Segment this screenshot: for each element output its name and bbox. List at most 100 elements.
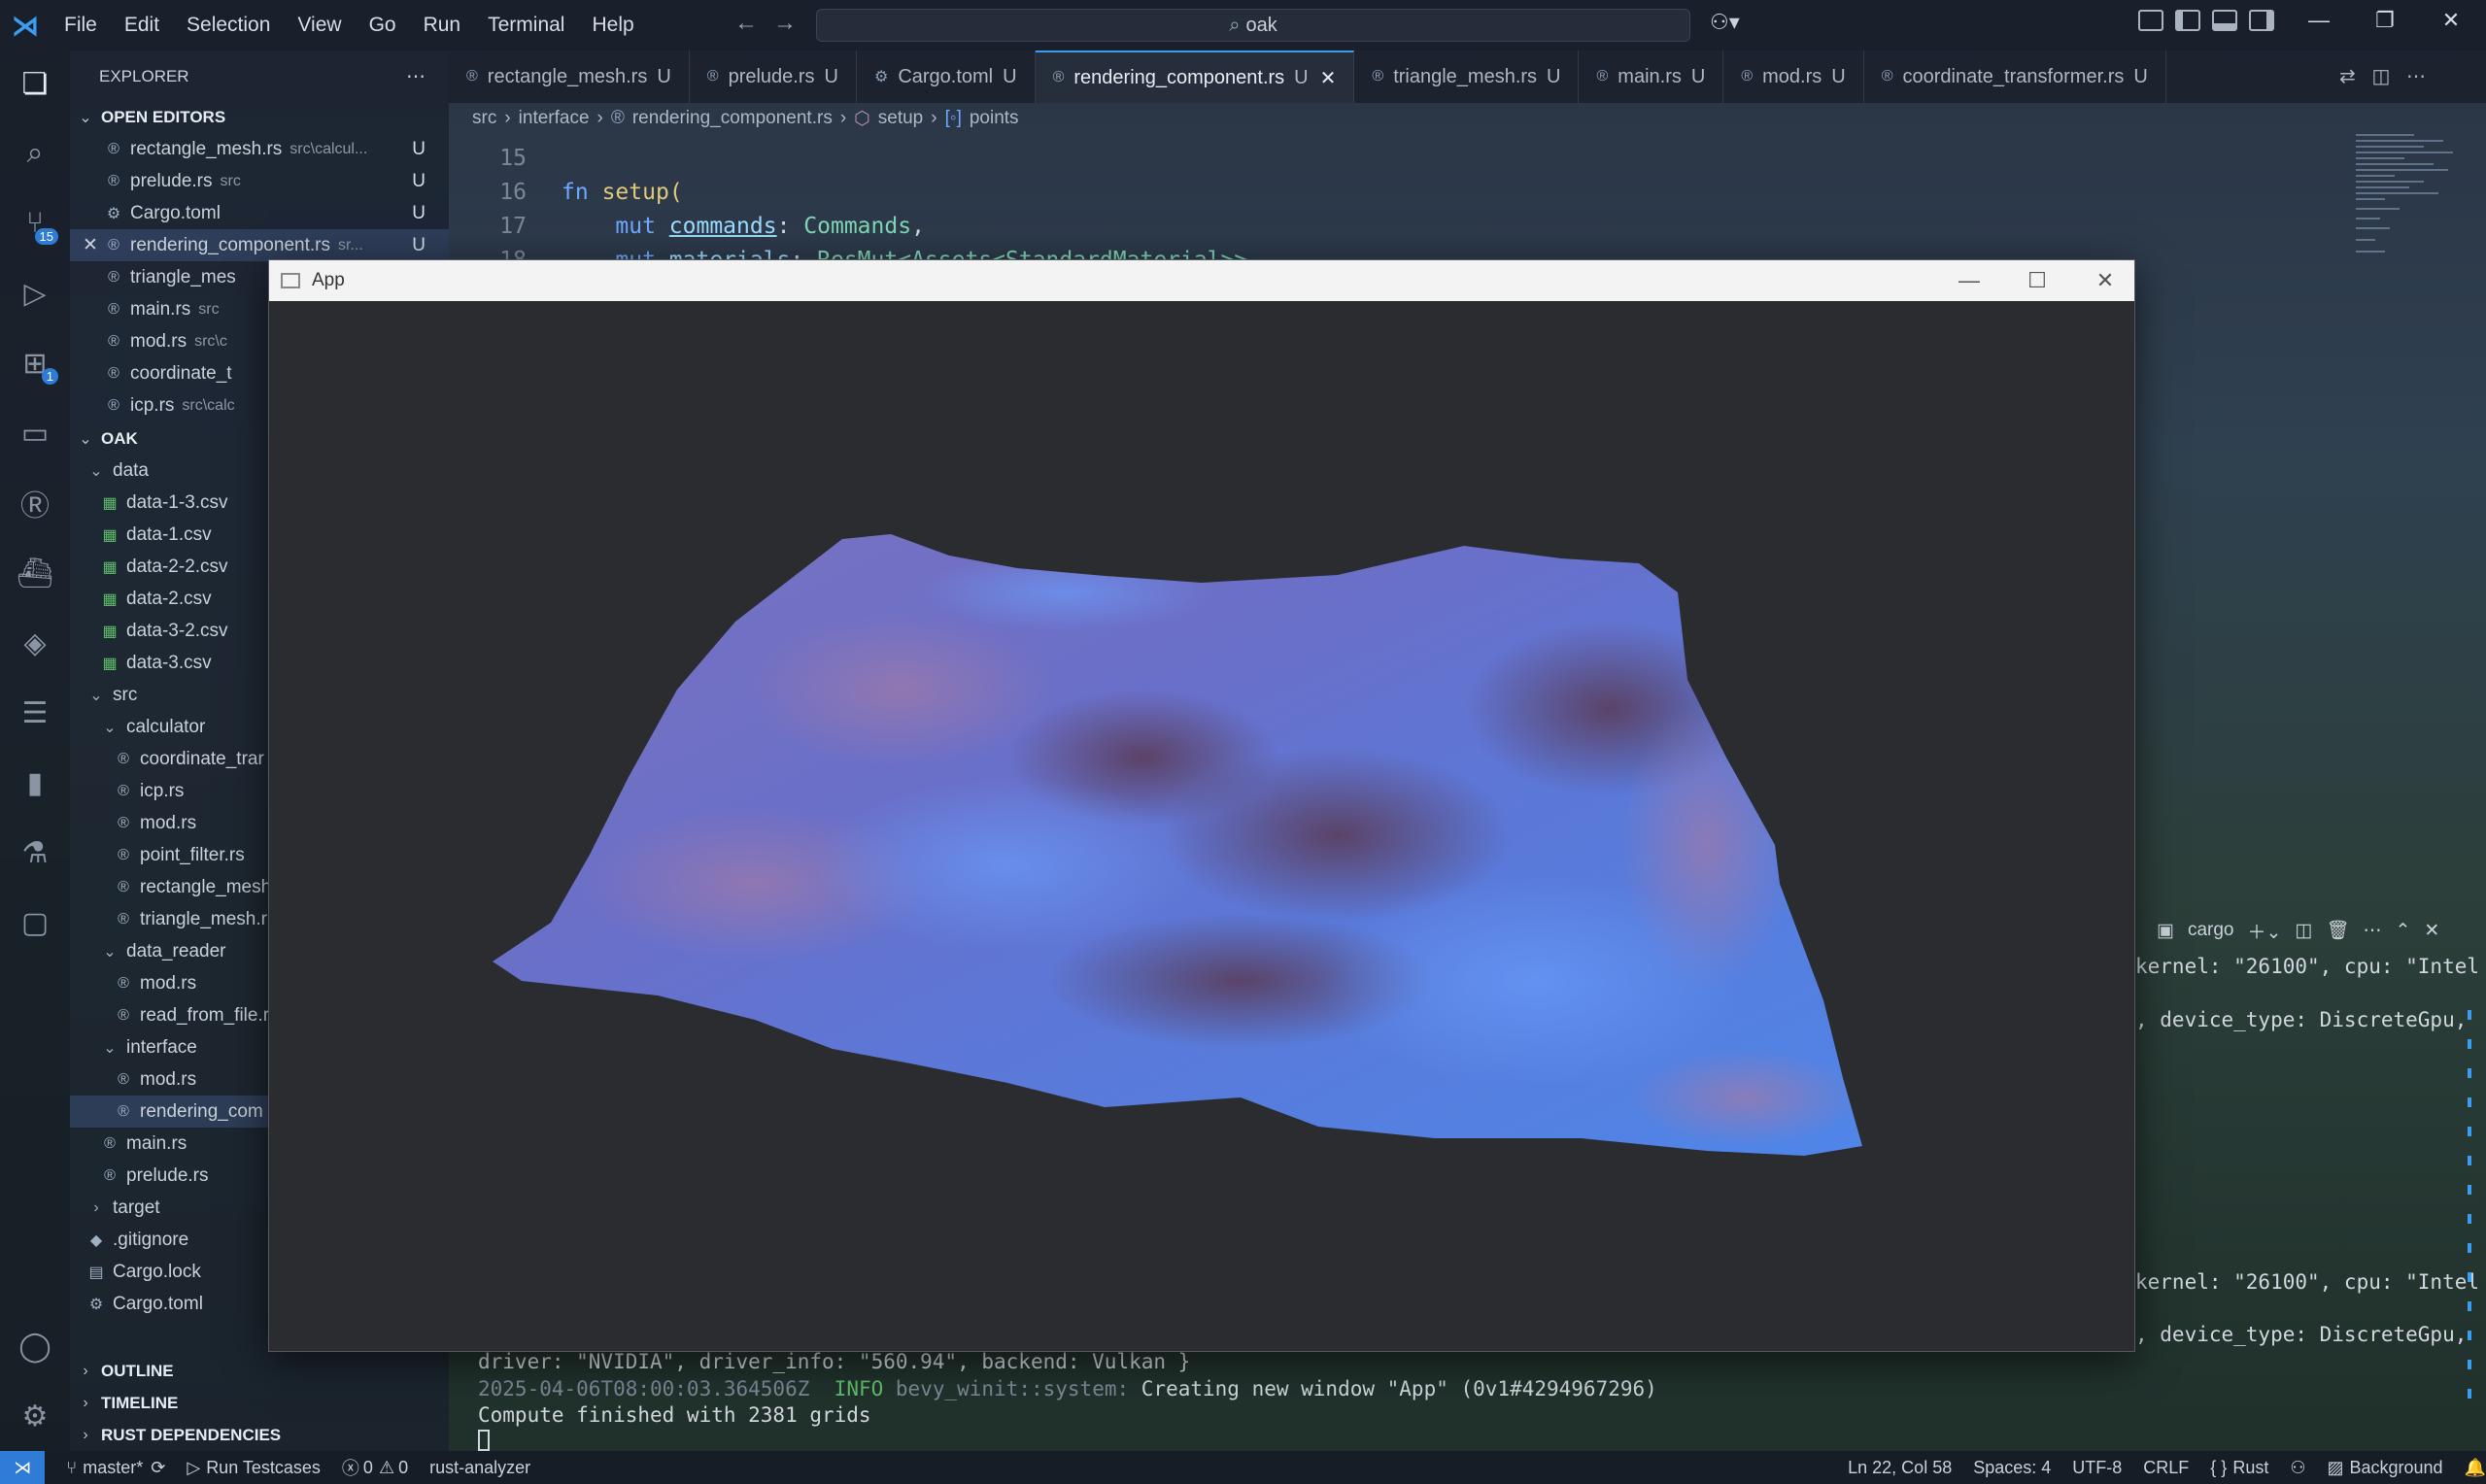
comments-icon[interactable]: ▢ [16,903,54,942]
breadcrumb-setup[interactable]: setup [878,108,923,129]
end-of-line[interactable]: CRLF [2143,1458,2189,1478]
app-minimize-icon[interactable]: — [1940,264,1998,297]
trash-icon[interactable]: 🗑 [2326,919,2349,942]
timeline-section[interactable]: › TIMELINE [70,1387,449,1419]
breadcrumb-src[interactable]: src [472,108,496,129]
close-icon[interactable]: ✕ [2427,8,2475,33]
menu-edit[interactable]: Edit [111,14,173,37]
remote-icon[interactable]: ⋊ [0,1451,46,1484]
tab-prelude-rs[interactable]: ® prelude.rs U [690,51,857,103]
breadcrumb-points[interactable]: points [970,108,1019,129]
split-terminal-icon[interactable]: ◫ [2295,920,2312,942]
compare-icon[interactable]: ⇄ [2339,66,2356,87]
rust-file-icon: ® [108,396,119,414]
terminal-cursor[interactable] [478,1430,490,1451]
background-status[interactable]: Background [2350,1458,2443,1478]
chart-icon[interactable]: ▮ [16,763,54,802]
tab-label: main.rs [1618,65,1682,87]
toggle-sidebar-icon[interactable] [2175,10,2200,31]
customize-layout-icon[interactable] [2138,10,2163,31]
menu-view[interactable]: View [284,14,355,37]
render-canvas[interactable] [269,301,2134,1352]
more-actions-icon[interactable]: ⋯ [2363,920,2381,942]
app-window[interactable]: App — ☐ ✕ [268,259,2135,1352]
menu-selection[interactable]: Selection [173,14,284,37]
terminal-scrollbar[interactable] [2468,1010,2471,1418]
code-line-18[interactable]: mut materials: ResMut<Assets<StandardMat… [562,248,1261,259]
rust-file-icon: ® [118,1006,129,1024]
back-arrow-icon[interactable]: ← [734,10,758,37]
tab-Cargo-toml[interactable]: ⚙ Cargo.toml U [857,51,1036,103]
minimap[interactable] [2356,130,2463,266]
encoding[interactable]: UTF-8 [2072,1458,2122,1478]
open-editor-item[interactable]: ⚙ Cargo.toml U [70,197,449,229]
tab-mod-rs[interactable]: ® mod.rs U [1723,51,1864,103]
new-terminal-icon[interactable]: ＋⌄ [2247,918,2281,944]
command-center-search[interactable]: ⌕ oak [816,9,1690,42]
cursor-position[interactable]: Ln 22, Col 58 [1848,1458,1952,1478]
toggle-panel-icon[interactable] [2212,10,2237,31]
list-icon[interactable]: ☰ [16,693,54,732]
run-testcases[interactable]: Run Testcases [206,1458,321,1478]
open-editor-item[interactable]: ® prelude.rs src U [70,165,449,197]
menu-go[interactable]: Go [356,14,410,37]
search-icon[interactable]: ⌕ [16,134,54,173]
open-editors-header[interactable]: ⌄ OPEN EDITORS [70,101,449,133]
breadcrumb-file[interactable]: rendering_component.rs [632,108,833,129]
outline-section[interactable]: › OUTLINE [70,1355,449,1387]
copilot-icon[interactable]: ⚇ [2290,1458,2305,1478]
rust-file-icon: ® [108,364,119,382]
tab-triangle-mesh-rs[interactable]: ® triangle_mesh.rs U [1354,51,1580,103]
menu-terminal[interactable]: Terminal [474,14,578,37]
rust-analyzer-status[interactable]: rust-analyzer [429,1458,530,1478]
warning-count[interactable]: 0 [398,1458,408,1478]
tab-main-rs[interactable]: ® main.rs U [1579,51,1724,103]
app-title-bar[interactable]: App — ☐ ✕ [269,260,2134,301]
rust-dependencies-section[interactable]: › RUST DEPENDENCIES [70,1419,449,1451]
git-graph-icon[interactable]: ◈ [16,624,54,662]
bell-icon[interactable]: 🔔 [2465,1458,2486,1478]
extensions-icon[interactable]: ⊞ 1 [16,344,58,385]
close-icon[interactable]: ✕ [76,234,105,256]
open-editor-item[interactable]: ✕ ® rendering_component.rs sr... U [70,229,449,261]
restore-icon[interactable]: ❐ [2361,8,2409,33]
tab-rectangle-mesh-rs[interactable]: ® rectangle_mesh.rs U [449,51,690,103]
language-mode[interactable]: Rust [2232,1458,2268,1478]
sync-icon[interactable]: ⟳ [151,1458,165,1478]
r-icon[interactable]: Ⓡ [16,484,54,523]
accounts-icon[interactable]: ◯ [16,1327,54,1366]
chevron-right-icon: › [504,108,511,128]
more-actions-icon[interactable]: ⋯ [406,64,426,88]
error-count[interactable]: 0 [363,1458,373,1478]
close-icon[interactable]: ✕ [1320,66,1337,90]
split-editor-icon[interactable]: ◫ [2371,66,2390,87]
tab-coordinate-transformer-rs[interactable]: ® coordinate_transformer.rs U [1864,51,2166,103]
explorer-icon[interactable]: ❏ [16,64,54,103]
run-debug-icon[interactable]: ▷ [16,274,54,313]
minimize-icon[interactable]: — [2295,8,2343,33]
gear-icon[interactable]: ⚙ [16,1397,54,1435]
menu-file[interactable]: File [51,14,111,37]
close-panel-icon[interactable]: ✕ [2424,920,2439,942]
copilot-icon[interactable]: ⚇▾ [1710,10,1740,35]
terminal-shell-name[interactable]: cargo [2188,920,2234,941]
more-actions-icon[interactable]: ⋯ [2406,66,2426,87]
branch-name[interactable]: master* [83,1458,143,1478]
testing-icon[interactable]: ⚗ [16,833,54,872]
indentation[interactable]: Spaces: 4 [1973,1458,2051,1478]
tab-rendering-component-rs[interactable]: ® rendering_component.rs U ✕ [1035,51,1355,103]
menu-help[interactable]: Help [578,14,647,37]
app-maximize-icon[interactable]: ☐ [2008,264,2066,297]
source-control-icon[interactable]: ⑂ 15 [16,204,58,245]
toggle-secondary-sidebar-icon[interactable] [2249,10,2274,31]
menu-run[interactable]: Run [410,14,475,37]
docker-icon[interactable]: ⛴ [16,554,54,592]
forward-arrow-icon[interactable]: → [773,10,797,37]
breadcrumb-interface[interactable]: interface [519,108,590,129]
maximize-panel-icon[interactable]: ⌃ [2395,920,2410,942]
code-line-16[interactable]: fn setup( [562,180,683,205]
remote-explorer-icon[interactable]: ▭ [16,414,54,453]
code-line-17[interactable]: mut commands: Commands, [562,214,925,239]
open-editor-item[interactable]: ® rectangle_mesh.rs src\calcul... U [70,133,449,165]
app-close-icon[interactable]: ✕ [2076,264,2134,297]
